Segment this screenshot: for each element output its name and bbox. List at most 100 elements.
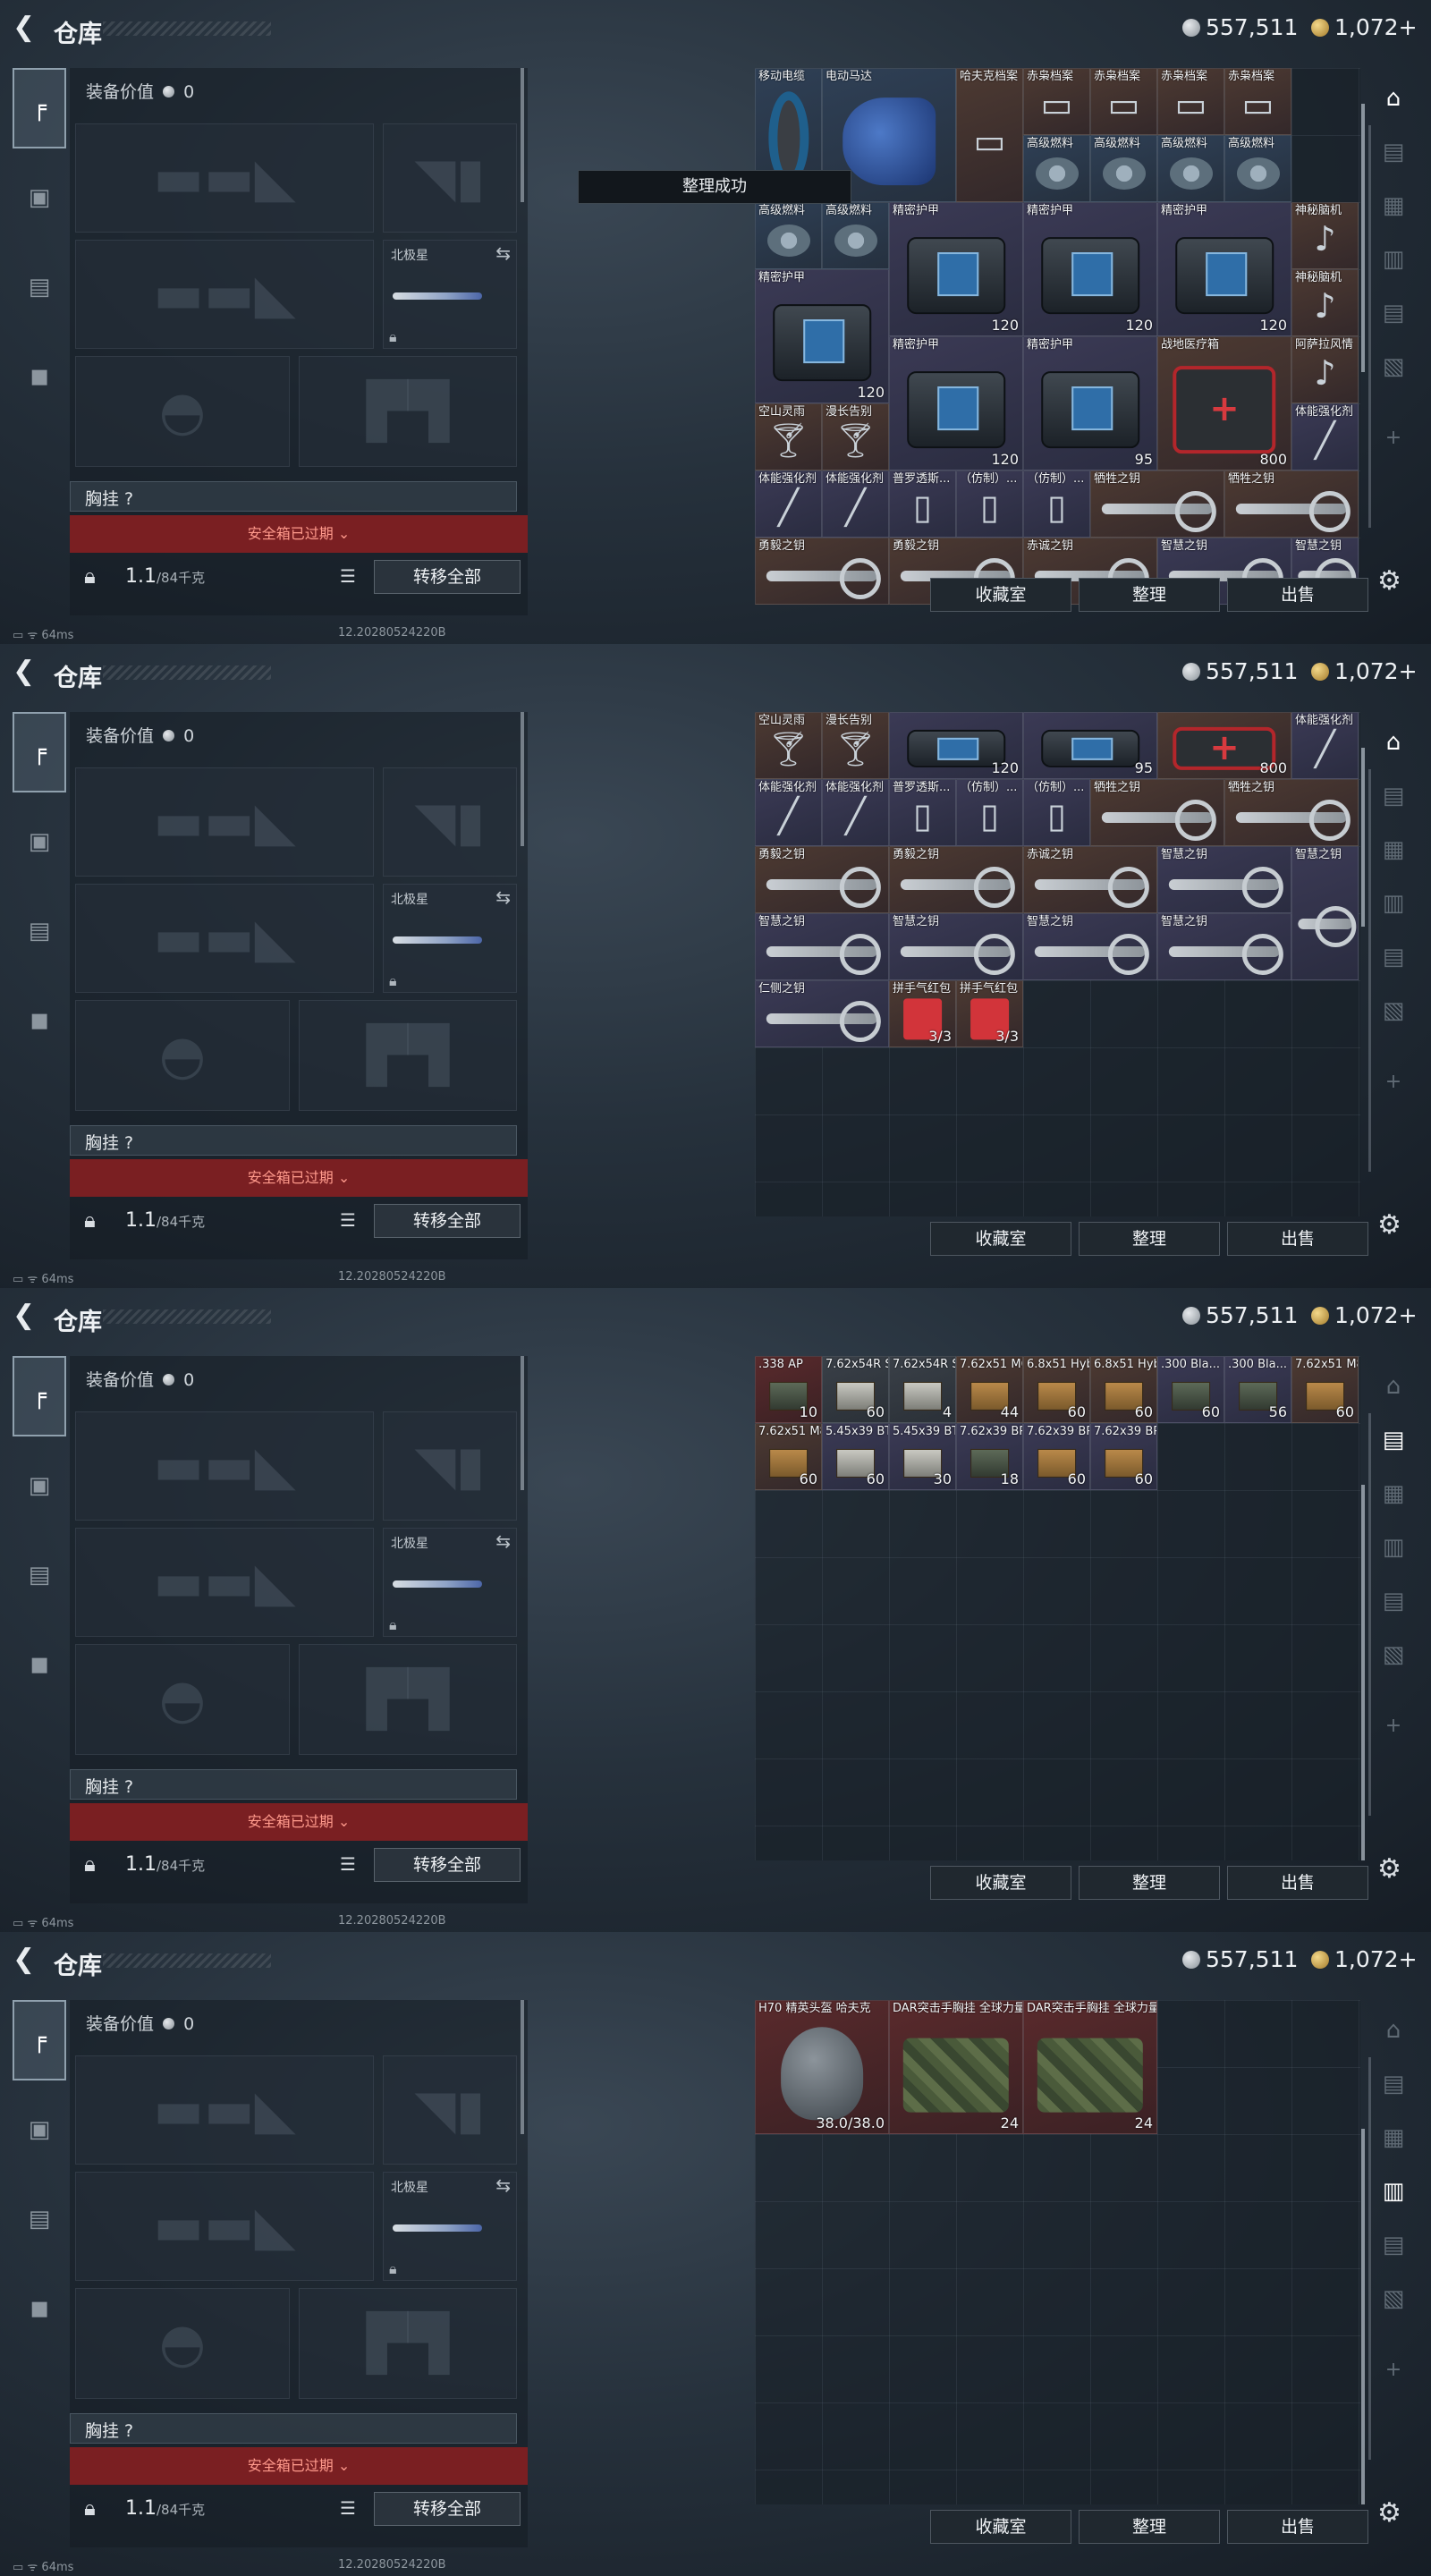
storage-item[interactable]: .338 AP 10: [755, 1356, 822, 1423]
padlock-icon[interactable]: 🔒︎: [84, 1852, 96, 1877]
tab-case[interactable]: ◼: [13, 1624, 66, 1705]
storage-item[interactable]: 智慧之钥: [1291, 846, 1359, 980]
pistol-slot[interactable]: ◥▮: [383, 767, 517, 877]
pistol-slot[interactable]: ◥▮: [383, 123, 517, 233]
secondary-weapon-slot[interactable]: ▬▬◣: [75, 1528, 374, 1637]
storage-item[interactable]: 7.62x39 BP 18: [956, 1423, 1023, 1490]
storage-item[interactable]: 阿萨拉风情 ♪: [1291, 336, 1359, 403]
tab-storage-2[interactable]: ▤: [1371, 2066, 1416, 2102]
settings-gear-icon[interactable]: ⚙: [1377, 565, 1401, 597]
storage-item[interactable]: 牺牲之钥: [1090, 779, 1224, 846]
safe-box-expired-banner[interactable]: 安全箱已过期 ⌄: [70, 515, 528, 553]
tab-home-storage[interactable]: ⌂: [1371, 2012, 1416, 2048]
storage-item[interactable]: .300 Bla... BCP FMJ 60: [1157, 1356, 1224, 1423]
tab-case[interactable]: ◼: [13, 2268, 66, 2349]
storage-item[interactable]: 7.62x54R SNB 60: [822, 1356, 889, 1423]
storage-item[interactable]: 7.62x51 M80 60: [1291, 1356, 1359, 1423]
storage-item[interactable]: 神秘脑机 ♪: [1291, 269, 1359, 336]
tab-backpack[interactable]: ▤: [13, 2179, 66, 2259]
storage-item[interactable]: 5.45x39 BT 60: [822, 1423, 889, 1490]
storage-item[interactable]: 普罗透斯... ▯: [889, 470, 956, 538]
melee-slot[interactable]: 北极星 ⇆ 🔒︎: [383, 2172, 517, 2281]
pistol-slot[interactable]: ◥▮: [383, 2055, 517, 2165]
storage-item[interactable]: 精密护甲 95: [1023, 336, 1157, 470]
storage-item[interactable]: 赤诚之钥: [1023, 846, 1157, 913]
tab-backpack[interactable]: ▤: [13, 247, 66, 327]
add-tab-button[interactable]: +: [1371, 420, 1416, 456]
storage-item[interactable]: 空山灵雨 🍸︎: [755, 403, 822, 470]
storage-item[interactable]: （仿制）... ▯: [956, 470, 1023, 538]
swap-icon[interactable]: ⇆: [495, 886, 511, 908]
primary-weapon-slot[interactable]: ▬▬◣: [75, 767, 374, 877]
storage-item[interactable]: 7.62x39 BP 60: [1023, 1423, 1090, 1490]
sell-button[interactable]: 出售: [1227, 2510, 1368, 2544]
tab-armor[interactable]: ▣: [13, 157, 66, 238]
storage-item[interactable]: 智慧之钥: [1157, 913, 1291, 980]
primary-weapon-slot[interactable]: ▬▬◣: [75, 2055, 374, 2165]
helmet-slot[interactable]: ◓: [75, 2288, 290, 2399]
swap-icon[interactable]: ⇆: [495, 1530, 511, 1552]
primary-weapon-slot[interactable]: ▬▬◣: [75, 1411, 374, 1521]
sort-button[interactable]: 整理: [1079, 578, 1220, 612]
pistol-slot[interactable]: ◥▮: [383, 1411, 517, 1521]
storage-item[interactable]: 120: [889, 712, 1023, 779]
storage-item[interactable]: 高级燃料: [1157, 135, 1224, 202]
tab-weapons[interactable]: ╒: [13, 68, 66, 148]
tab-weapons[interactable]: ╒: [13, 712, 66, 792]
equipment-scrollbar[interactable]: [521, 712, 524, 846]
sort-button[interactable]: 整理: [1079, 1866, 1220, 1900]
helmet-slot[interactable]: ◓: [75, 356, 290, 467]
storage-item[interactable]: DAR突击手胸挂 全球力量 24: [1023, 2000, 1157, 2134]
list-icon[interactable]: ☰: [340, 2497, 356, 2519]
safe-box-expired-banner[interactable]: 安全箱已过期 ⌄: [70, 1803, 528, 1841]
transfer-all-button[interactable]: 转移全部: [374, 560, 521, 594]
swap-icon[interactable]: ⇆: [495, 242, 511, 264]
add-tab-button[interactable]: +: [1371, 2352, 1416, 2388]
sort-button[interactable]: 整理: [1079, 1222, 1220, 1256]
collection-button[interactable]: 收藏室: [930, 578, 1071, 612]
storage-item[interactable]: 智慧之钥: [1157, 846, 1291, 913]
back-arrow-icon[interactable]: ❮: [13, 1302, 39, 1329]
chest-rig-slot[interactable]: 胸挂 ?: [70, 1769, 517, 1800]
storage-item[interactable]: 体能强化剂 ╱: [822, 470, 889, 538]
storage-item[interactable]: 精密护甲 120: [889, 202, 1023, 336]
tab-storage-6[interactable]: ▧: [1371, 2281, 1416, 2317]
storage-item[interactable]: 体能强化剂 ╱: [1291, 712, 1359, 779]
transfer-all-button[interactable]: 转移全部: [374, 2492, 521, 2526]
safe-box-expired-banner[interactable]: 安全箱已过期 ⌄: [70, 2447, 528, 2485]
storage-item[interactable]: 高级燃料: [1224, 135, 1291, 202]
primary-weapon-slot[interactable]: ▬▬◣: [75, 123, 374, 233]
list-icon[interactable]: ☰: [340, 565, 356, 587]
secondary-weapon-slot[interactable]: ▬▬◣: [75, 240, 374, 349]
tab-storage-3[interactable]: ▦: [1371, 188, 1416, 224]
tab-storage-5[interactable]: ▤: [1371, 1583, 1416, 1619]
armor-slot[interactable]: ▛▜: [299, 1644, 517, 1755]
collection-button[interactable]: 收藏室: [930, 2510, 1071, 2544]
tab-home-storage[interactable]: ⌂: [1371, 1368, 1416, 1404]
back-arrow-icon[interactable]: ❮: [13, 1946, 39, 1973]
storage-item[interactable]: 拼手气红包 3/3: [956, 980, 1023, 1047]
list-icon[interactable]: ☰: [340, 1209, 356, 1231]
collection-button[interactable]: 收藏室: [930, 1222, 1071, 1256]
tab-storage-2[interactable]: ▤: [1371, 134, 1416, 170]
tab-storage-2[interactable]: ▤: [1371, 778, 1416, 814]
storage-item[interactable]: 7.62x54R SNB 4: [889, 1356, 956, 1423]
chest-rig-slot[interactable]: 胸挂 ?: [70, 2413, 517, 2444]
storage-item[interactable]: 赤枭档案 ▭: [1157, 68, 1224, 135]
tab-storage-4[interactable]: ▥: [1371, 1530, 1416, 1565]
tab-case[interactable]: ◼: [13, 980, 66, 1061]
settings-gear-icon[interactable]: ⚙: [1377, 2497, 1401, 2529]
storage-item[interactable]: 精密护甲 120: [889, 336, 1023, 470]
equipment-scrollbar[interactable]: [521, 68, 524, 202]
storage-item[interactable]: 智慧之钥: [1023, 913, 1157, 980]
add-tab-button[interactable]: +: [1371, 1064, 1416, 1100]
transfer-all-button[interactable]: 转移全部: [374, 1848, 521, 1882]
storage-item[interactable]: （仿制）... ▯: [1023, 779, 1090, 846]
storage-item[interactable]: 赤枭档案 ▭: [1224, 68, 1291, 135]
sell-button[interactable]: 出售: [1227, 1866, 1368, 1900]
storage-item[interactable]: 神秘脑机 ♪: [1291, 202, 1359, 269]
storage-item[interactable]: 7.62x51 M62 44: [956, 1356, 1023, 1423]
tab-storage-2[interactable]: ▤: [1371, 1422, 1416, 1458]
padlock-icon[interactable]: 🔒︎: [84, 1208, 96, 1233]
gold-currency[interactable]: 1,072+: [1311, 1302, 1418, 1328]
